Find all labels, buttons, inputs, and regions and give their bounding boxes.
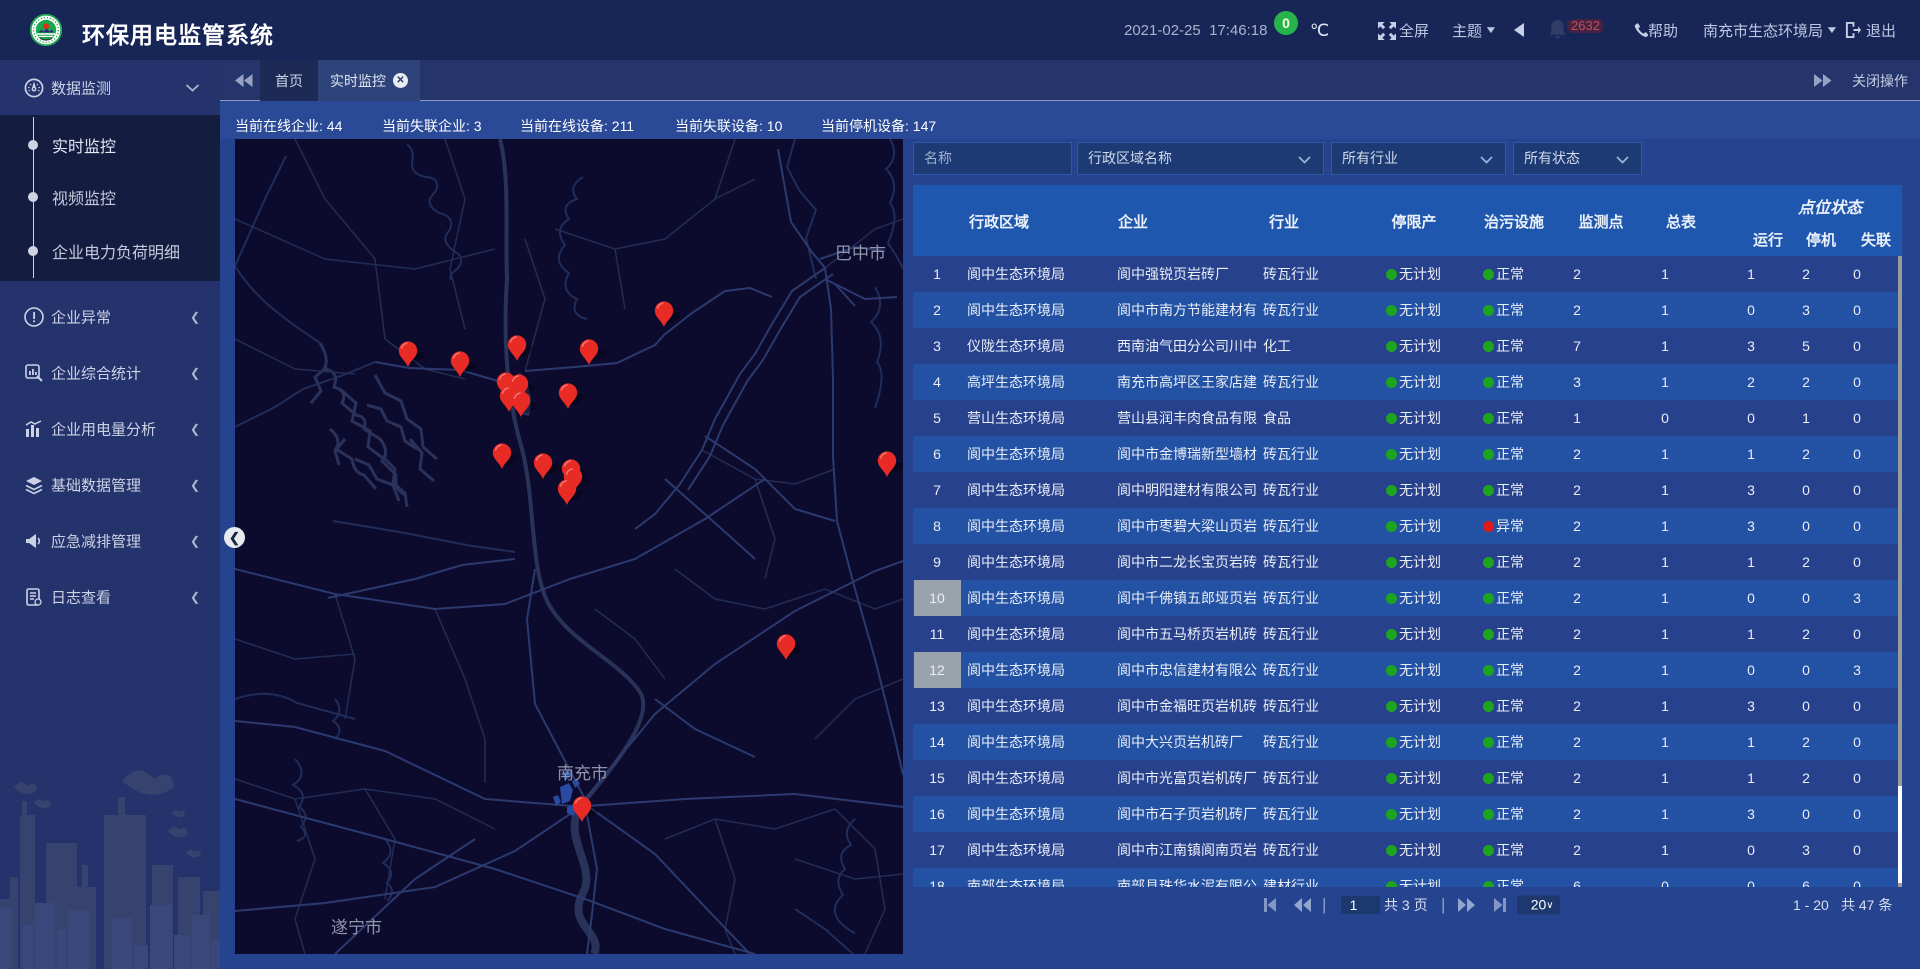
svg-text:遂宁市: 遂宁市 bbox=[331, 918, 382, 937]
svg-text:巴中市: 巴中市 bbox=[835, 244, 886, 263]
svg-text:南充市: 南充市 bbox=[557, 764, 608, 783]
